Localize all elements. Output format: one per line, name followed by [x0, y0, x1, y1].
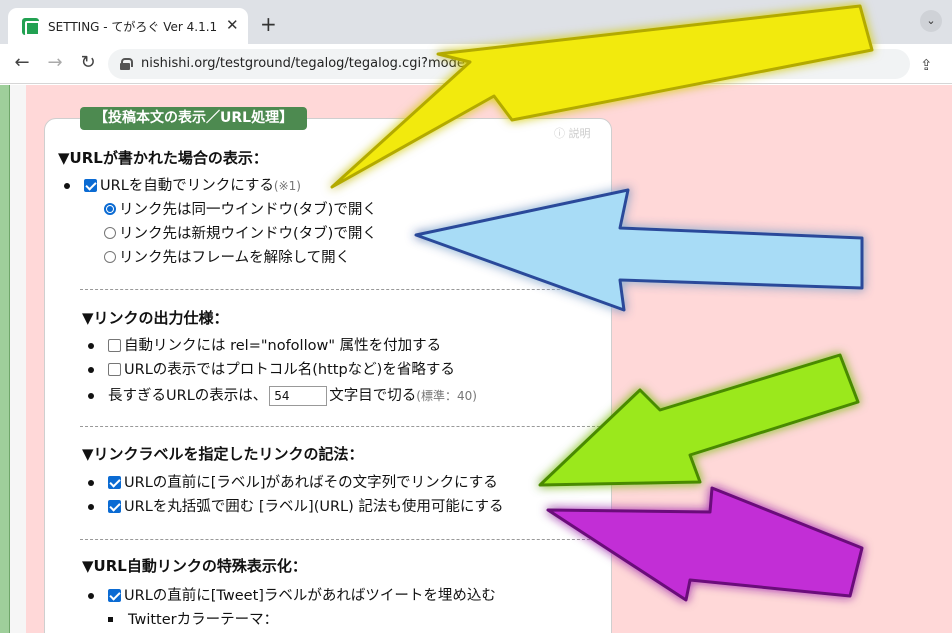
back-arrow-icon[interactable]: ← [10, 51, 34, 75]
heading-link-label: ▼リンクラベルを指定したリンクの記法： [82, 445, 364, 463]
heading-link-output: ▼リンクの出力仕様： [82, 309, 229, 327]
tweet-embed-label: URLの直前に[Tweet]ラベルがあればツイートを埋め込む [124, 588, 496, 604]
left-frame-strip [0, 85, 10, 633]
radio-same-window-label: リンク先は同一ウインドウ(タブ)で開く [119, 202, 377, 218]
omit-protocol-option[interactable]: URLの表示ではプロトコル名(httpなど)を省略する [88, 359, 455, 381]
new-tab-icon[interactable]: + [260, 13, 277, 35]
heading-special-display: ▼URL自動リンクの特殊表示化： [82, 557, 307, 575]
truncate-prefix: 長すぎるURLの表示は、 [108, 388, 268, 404]
omit-protocol-checkbox[interactable] [108, 363, 121, 376]
radio-same-window-input[interactable] [104, 203, 116, 215]
autolink-option[interactable]: URLを自動でリンクにする(※1) [64, 175, 301, 197]
omit-protocol-label: URLの表示ではプロトコル名(httpなど)を省略する [124, 362, 455, 378]
section-divider [80, 539, 600, 540]
url-text[interactable]: nishishi.org/testground/tegalog/tegalog.… [141, 56, 671, 71]
label-paren-label: URLを丸括弧で囲む [ラベル](URL) 記法も使用可能にする [124, 499, 504, 515]
left-frame-gutter [10, 85, 26, 633]
label-paren-checkbox[interactable] [108, 500, 121, 513]
section-title: 【投稿本文の表示／URL処理】 [80, 107, 308, 130]
radio-break-frame[interactable]: リンク先はフレームを解除して開く [104, 247, 350, 269]
autolink-label: URLを自動でリンクにする [100, 178, 274, 194]
autolink-checkbox[interactable] [84, 179, 97, 192]
tab-search-icon[interactable]: ⌄ [920, 10, 942, 32]
label-paren-option[interactable]: URLを丸括弧で囲む [ラベル](URL) 記法も使用可能にする [88, 496, 504, 518]
tegalog-favicon-icon [22, 18, 40, 36]
help-icon[interactable]: ⓘ 説明 [554, 125, 591, 141]
reload-icon[interactable]: ↻ [76, 51, 100, 75]
radio-new-window-input[interactable] [104, 227, 116, 239]
radio-break-frame-label: リンク先はフレームを解除して開く [119, 250, 351, 266]
truncate-note: (標準：40) [416, 389, 477, 403]
tab-strip: SETTING - てがろぐ Ver 4.1.1 ✕ + ⌄ [0, 0, 952, 44]
lock-icon[interactable] [120, 58, 133, 70]
share-icon[interactable]: ⇪ [920, 56, 933, 74]
nofollow-label: 自動リンクには rel="nofollow" 属性を付加する [124, 338, 442, 354]
nofollow-option[interactable]: 自動リンクには rel="nofollow" 属性を付加する [87, 335, 442, 357]
radio-break-frame-input[interactable] [104, 251, 116, 263]
section-divider [80, 289, 600, 290]
nofollow-checkbox[interactable] [108, 339, 121, 352]
twitter-theme-label: Twitterカラーテーマ： [128, 612, 279, 628]
address-bar[interactable]: nishishi.org/testground/tegalog/tegalog.… [108, 49, 910, 79]
tab-title: SETTING - てがろぐ Ver 4.1.1 [48, 20, 218, 34]
tweet-embed-option[interactable]: URLの直前に[Tweet]ラベルがあればツイートを埋め込む [88, 585, 496, 607]
label-prefix-checkbox[interactable] [108, 476, 121, 489]
truncate-option: 長すぎるURLの表示は、 54 文字目で切る(標準：40) [88, 385, 477, 407]
twitter-theme-option: Twitterカラーテーマ： [107, 609, 279, 631]
truncate-length-input[interactable]: 54 [269, 386, 328, 406]
autolink-note: (※1) [273, 179, 301, 193]
heading-url-display: ▼URLが書かれた場合の表示： [58, 149, 268, 167]
label-prefix-label: URLの直前に[ラベル]があればその文字列でリンクにする [124, 475, 498, 491]
truncate-suffix: 文字目で切る [329, 388, 417, 404]
label-prefix-option[interactable]: URLの直前に[ラベル]があればその文字列でリンクにする [88, 472, 498, 494]
browser-tab[interactable]: SETTING - てがろぐ Ver 4.1.1 ✕ [8, 8, 248, 44]
radio-new-window-label: リンク先は新規ウインドウ(タブ)で開く [119, 226, 377, 242]
radio-same-window[interactable]: リンク先は同一ウインドウ(タブ)で開く [104, 199, 377, 221]
radio-new-window[interactable]: リンク先は新規ウインドウ(タブ)で開く [104, 223, 377, 245]
close-tab-icon[interactable]: ✕ [226, 16, 239, 34]
page-viewport: 【投稿本文の表示／URL処理】 ⓘ 説明 ▼URLが書かれた場合の表示： URL… [0, 85, 952, 633]
browser-toolbar: ← → ↻ nishishi.org/testground/tegalog/te… [0, 44, 952, 84]
forward-arrow-icon[interactable]: → [43, 51, 67, 75]
section-divider [80, 426, 600, 427]
tweet-embed-checkbox[interactable] [108, 589, 121, 602]
